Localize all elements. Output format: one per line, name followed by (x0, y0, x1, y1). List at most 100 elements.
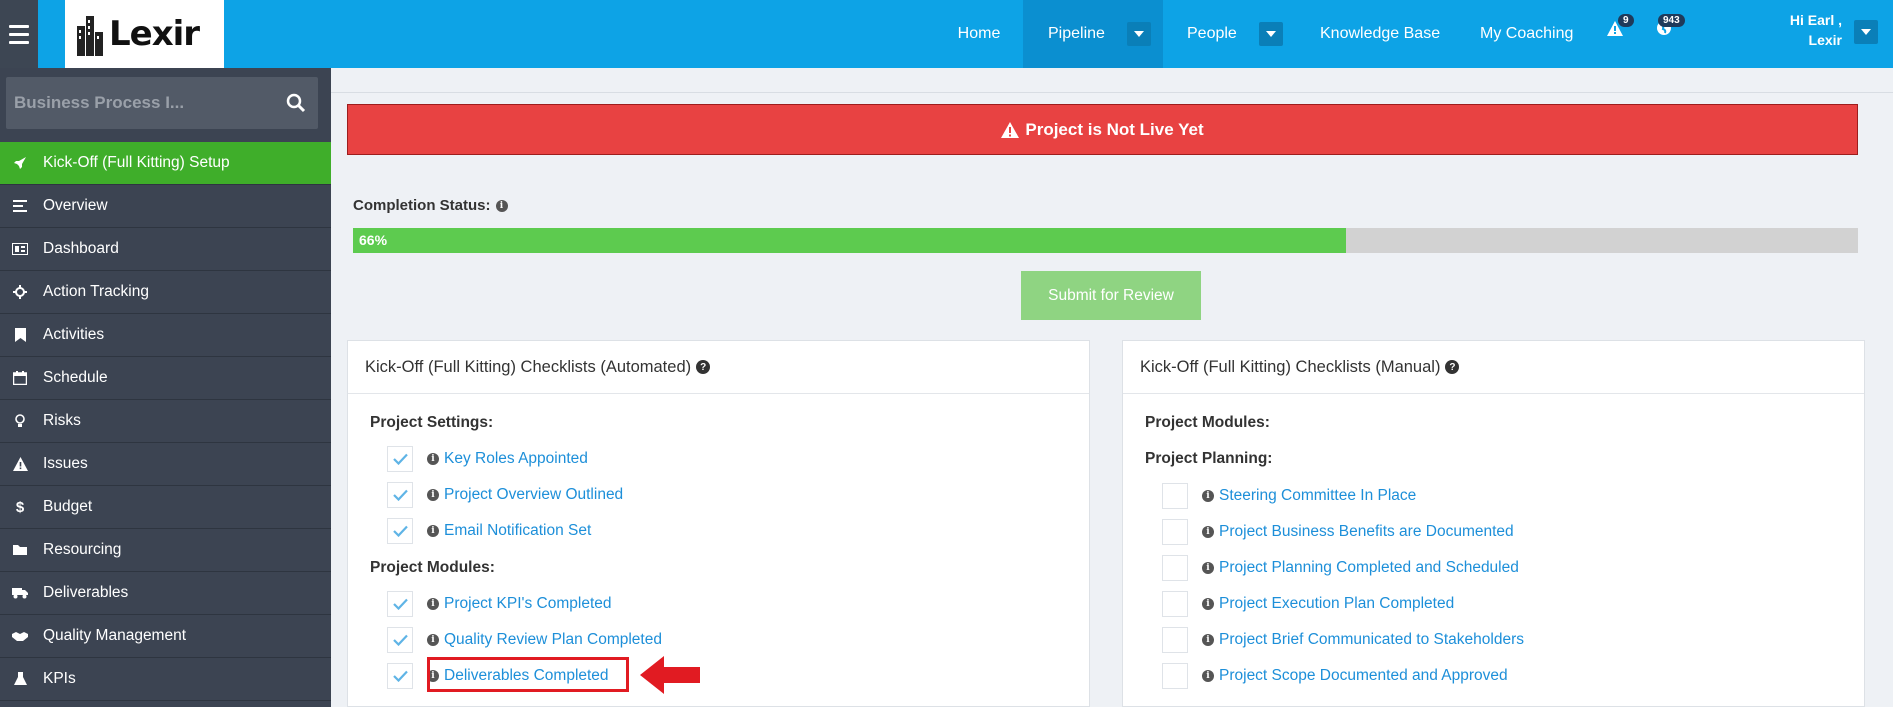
sidebar-item-label: Risks (43, 412, 81, 429)
checklist-label: Project KPI's Completed (444, 595, 612, 612)
checkbox-checked[interactable] (387, 591, 413, 617)
nav-my-coaching[interactable]: My Coaching (1480, 0, 1573, 68)
sidebar-item-deliverables[interactable]: Deliverables (0, 572, 331, 615)
checklist-item-email-notification: i Email Notification Set (387, 516, 591, 546)
sidebar-search (6, 77, 318, 129)
sidebar-item-activities[interactable]: Activities (0, 314, 331, 357)
checklist-item-business-benefits: i Project Business Benefits are Documente… (1162, 517, 1514, 547)
checklist-link[interactable]: i Project Brief Communicated to Stakehold… (1202, 631, 1524, 649)
checkbox-checked[interactable] (387, 518, 413, 544)
checklist-link[interactable]: i Project Execution Plan Completed (1202, 595, 1454, 613)
logo-text: Lexir (109, 14, 200, 54)
info-icon: i (1202, 490, 1214, 502)
sidebar: Kick-Off (Full Kitting) Setup Overview D… (0, 68, 331, 707)
checklist-link[interactable]: i Email Notification Set (427, 522, 591, 540)
sidebar-item-quality-management[interactable]: Quality Management (0, 615, 331, 658)
section-project-modules: Project Modules: (370, 559, 495, 576)
checklist-link[interactable]: i Project Business Benefits are Documente… (1202, 523, 1514, 541)
checkbox-checked[interactable] (387, 482, 413, 508)
user-dropdown-caret-icon[interactable] (1854, 20, 1878, 44)
checklist-item-execution-plan: i Project Execution Plan Completed (1162, 589, 1454, 619)
nav-pipeline-label: Pipeline (1048, 25, 1105, 42)
checkbox-unchecked[interactable] (1162, 483, 1188, 509)
completion-progress-bar: 66% (353, 228, 1858, 253)
info-icon: i (1202, 598, 1214, 610)
nav-people[interactable]: People (1173, 0, 1288, 68)
check-icon (392, 489, 408, 501)
sidebar-item-schedule[interactable]: Schedule (0, 357, 331, 400)
checklist-label: Project Execution Plan Completed (1219, 595, 1455, 612)
search-input[interactable] (6, 77, 276, 129)
checklist-label: Steering Committee In Place (1219, 487, 1417, 504)
checklist-link[interactable]: i Project Scope Documented and Approved (1202, 667, 1508, 685)
nav-knowledge-base-label: Knowledge Base (1320, 25, 1441, 42)
sidebar-item-overview[interactable]: Overview (0, 185, 331, 228)
section-project-planning: Project Planning: (1145, 450, 1273, 467)
checkbox-unchecked[interactable] (1162, 627, 1188, 653)
checkbox-unchecked[interactable] (1162, 591, 1188, 617)
checklist-link[interactable]: i Quality Review Plan Completed (427, 631, 662, 649)
checkbox-unchecked[interactable] (1162, 555, 1188, 581)
dollar-icon: $ (15, 498, 25, 516)
manual-checklist-panel: Kick-Off (Full Kitting) Checklists (Manu… (1122, 340, 1865, 707)
people-dropdown-caret-icon[interactable] (1258, 22, 1283, 46)
info-icon: i (1202, 562, 1214, 574)
greeting-company: Lexir (1808, 32, 1842, 48)
help-icon[interactable]: ? (696, 360, 711, 374)
checklist-link[interactable]: i Project Planning Completed and Schedule… (1202, 559, 1519, 577)
info-icon: i (427, 453, 439, 465)
checkbox-unchecked[interactable] (1162, 663, 1188, 689)
folder-icon (12, 542, 28, 558)
automated-panel-header: Kick-Off (Full Kitting) Checklists (Auto… (348, 341, 1089, 394)
hamburger-menu-icon[interactable] (0, 0, 38, 68)
sidebar-item-issues[interactable]: Issues (0, 443, 331, 486)
handshake-icon (12, 628, 28, 644)
checkbox-checked[interactable] (387, 627, 413, 653)
checklist-link[interactable]: i Key Roles Appointed (427, 450, 588, 468)
sidebar-item-kpis[interactable]: KPIs (0, 658, 331, 701)
sidebar-item-label: Action Tracking (43, 283, 149, 300)
help-icon[interactable]: ? (1445, 360, 1460, 374)
nav-pipeline[interactable]: Pipeline (1023, 0, 1163, 68)
checklist-label: Project Scope Documented and Approved (1219, 667, 1508, 684)
sidebar-item-action-tracking[interactable]: Action Tracking (0, 271, 331, 314)
sidebar-item-budget[interactable]: $ Budget (0, 486, 331, 529)
checkbox-unchecked[interactable] (1162, 519, 1188, 545)
sidebar-item-kickoff-setup[interactable]: Kick-Off (Full Kitting) Setup (0, 142, 331, 185)
notifications-button[interactable]: 943 (1656, 14, 1685, 41)
sidebar-item-risks[interactable]: Risks (0, 400, 331, 443)
list-icon (12, 198, 28, 214)
user-greeting[interactable]: Hi Earl , Lexir (1760, 10, 1842, 50)
sidebar-item-dashboard[interactable]: Dashboard (0, 228, 331, 271)
completion-status-label: Completion Status: i (353, 197, 508, 214)
alerts-button[interactable]: 9 (1606, 14, 1634, 42)
sidebar-item-label: Issues (43, 455, 88, 472)
check-icon (392, 453, 408, 465)
pipeline-dropdown-caret-icon[interactable] (1126, 22, 1151, 46)
search-icon[interactable] (286, 93, 306, 113)
greeting-name: Hi Earl , (1789, 12, 1842, 28)
checklist-label: Quality Review Plan Completed (444, 631, 662, 648)
checklist-link[interactable]: i Steering Committee In Place (1202, 487, 1416, 505)
checklist-link[interactable]: i Project Overview Outlined (427, 486, 623, 504)
info-icon[interactable]: i (495, 199, 508, 212)
check-icon (392, 598, 408, 610)
nav-home[interactable]: Home (940, 0, 1018, 68)
submit-for-review-button[interactable]: Submit for Review (1021, 271, 1201, 320)
check-icon (392, 634, 408, 646)
nav-knowledge-base[interactable]: Knowledge Base (1320, 0, 1440, 68)
flask-icon (12, 671, 28, 687)
sidebar-item-label: Activities (43, 326, 105, 343)
checkbox-checked[interactable] (387, 446, 413, 472)
notifications-count-badge: 943 (1658, 14, 1685, 27)
sidebar-item-label: Quality Management (43, 627, 187, 644)
checklist-link[interactable]: i Project KPI's Completed (427, 595, 612, 613)
warning-icon (12, 456, 28, 472)
sidebar-item-label: Resourcing (43, 541, 122, 558)
sidebar-item-resourcing[interactable]: Resourcing (0, 529, 331, 572)
nav-my-coaching-label: My Coaching (1480, 25, 1574, 42)
checkbox-checked[interactable] (387, 663, 413, 689)
info-icon: i (1202, 526, 1214, 538)
logo[interactable]: Lexir (65, 0, 224, 68)
checklist-label: Email Notification Set (444, 522, 592, 539)
